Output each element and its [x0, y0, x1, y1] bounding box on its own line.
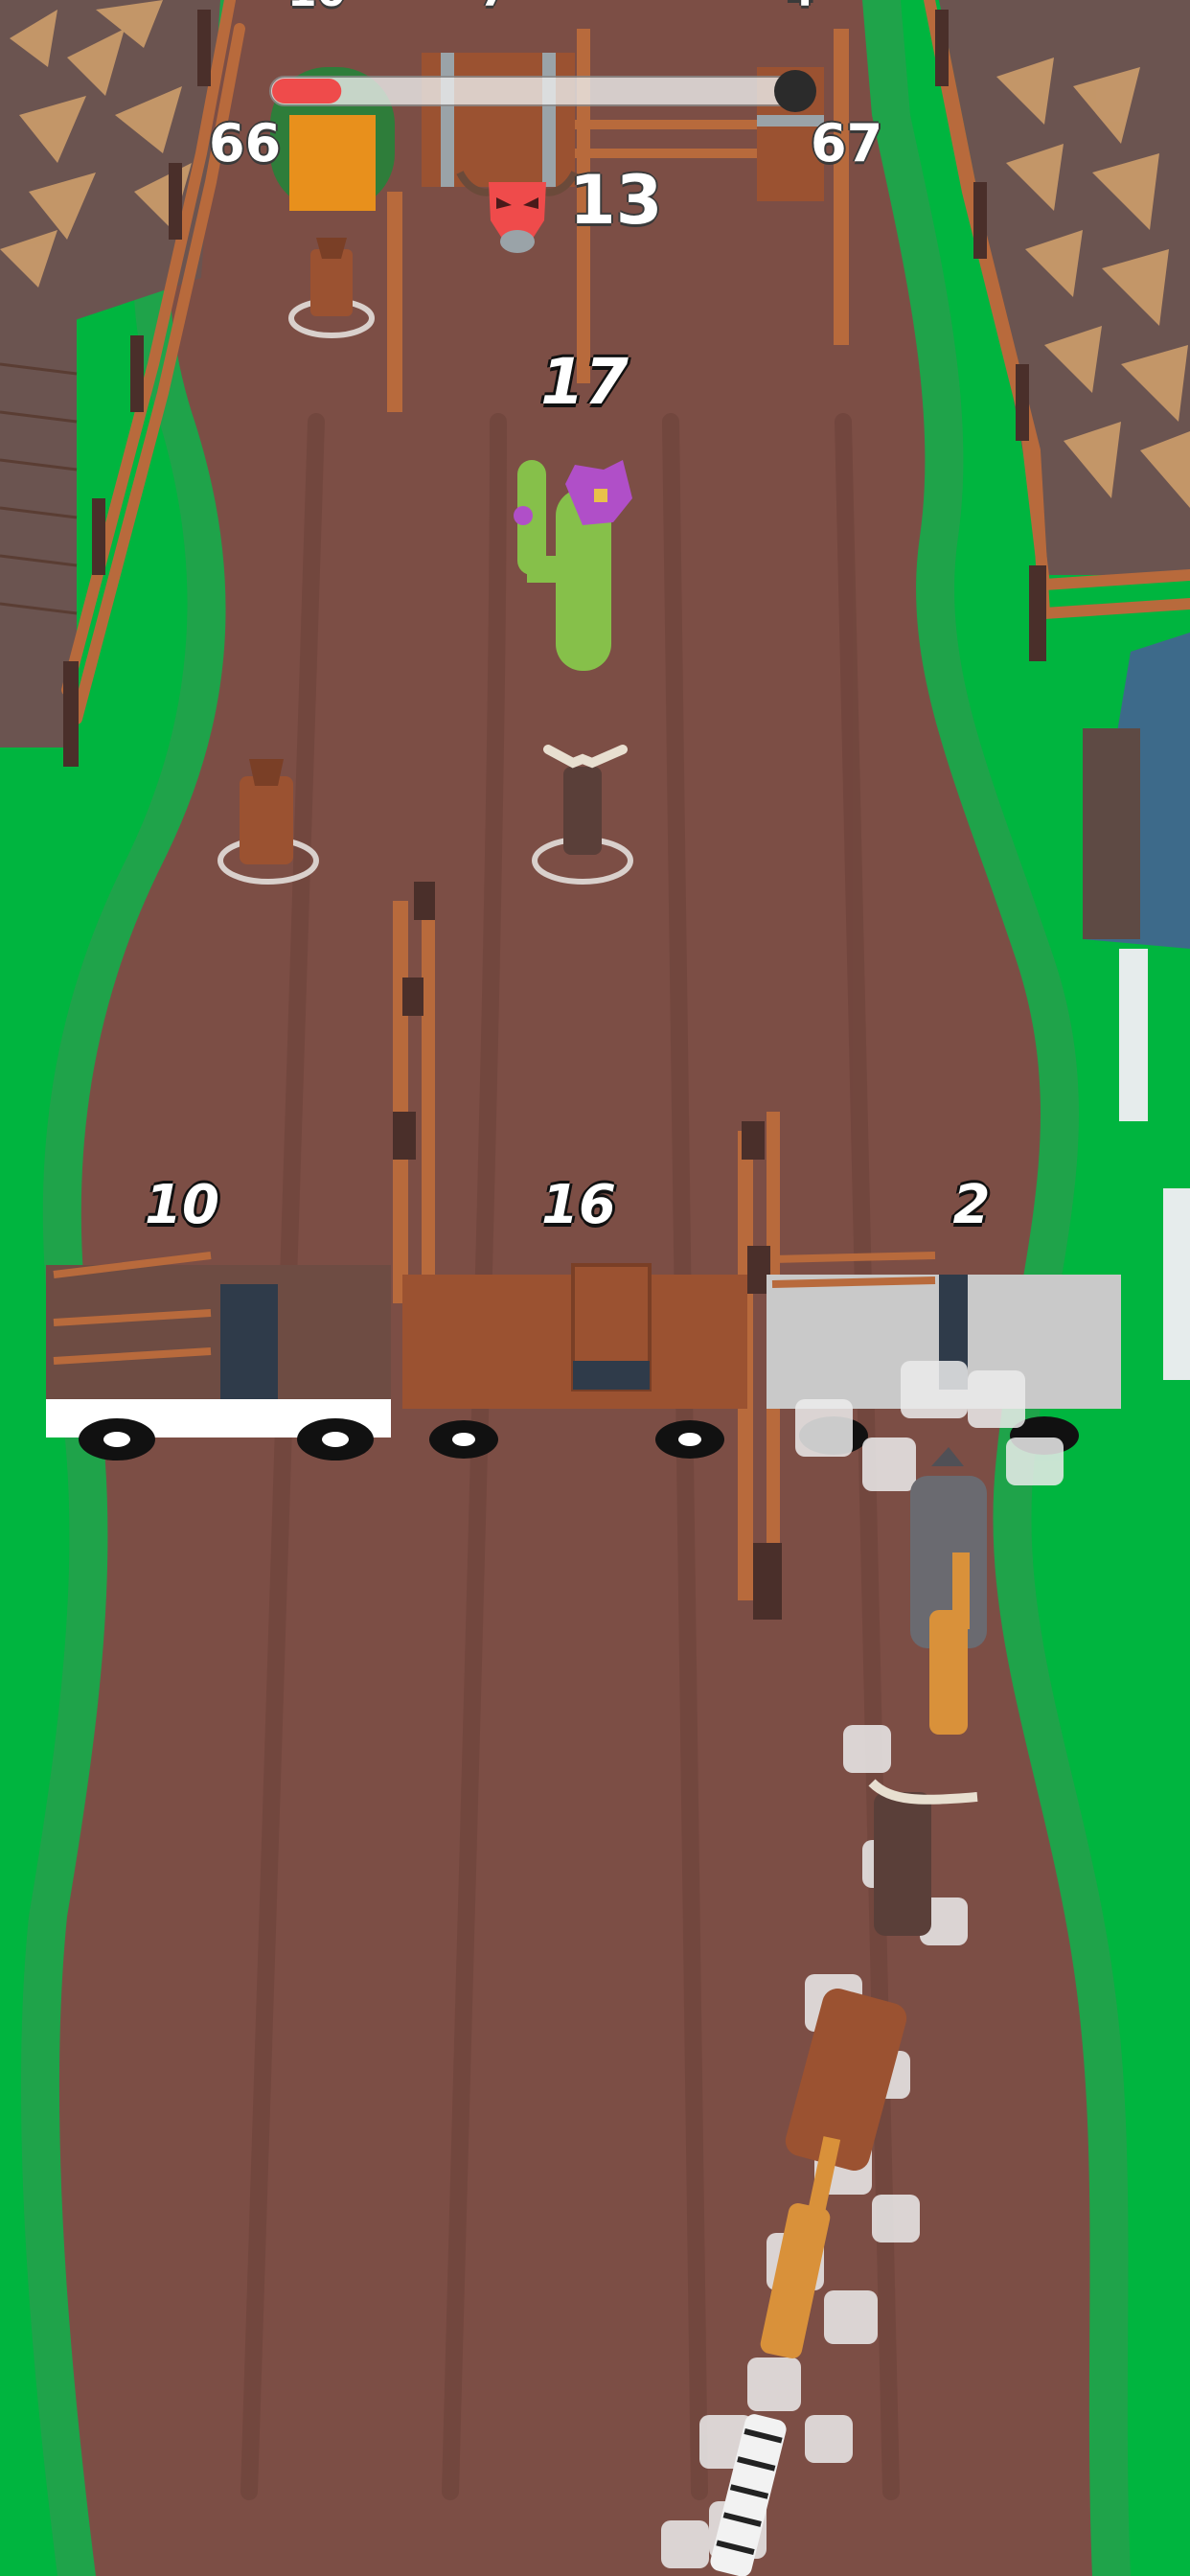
progress-track [269, 76, 808, 106]
top-cut-number-left: 10 [287, 0, 346, 16]
current-level-label: 66 [209, 113, 282, 173]
truck-right-value-label: 2 [952, 1174, 991, 1236]
truck-middle-value-label: 16 [541, 1174, 616, 1236]
next-level-label: 67 [811, 113, 883, 173]
truck-left [46, 1252, 391, 1460]
top-cut-number-middle: 7 [479, 0, 509, 16]
progress-end-knob [774, 70, 816, 112]
boss-count-label: 13 [569, 161, 663, 240]
progress-fill [272, 79, 342, 104]
level-progress-bar [269, 70, 816, 112]
truck-left-value-label: 10 [145, 1174, 219, 1236]
cactus-value-label: 17 [540, 345, 629, 419]
top-cut-number-right: 4 [786, 0, 815, 16]
